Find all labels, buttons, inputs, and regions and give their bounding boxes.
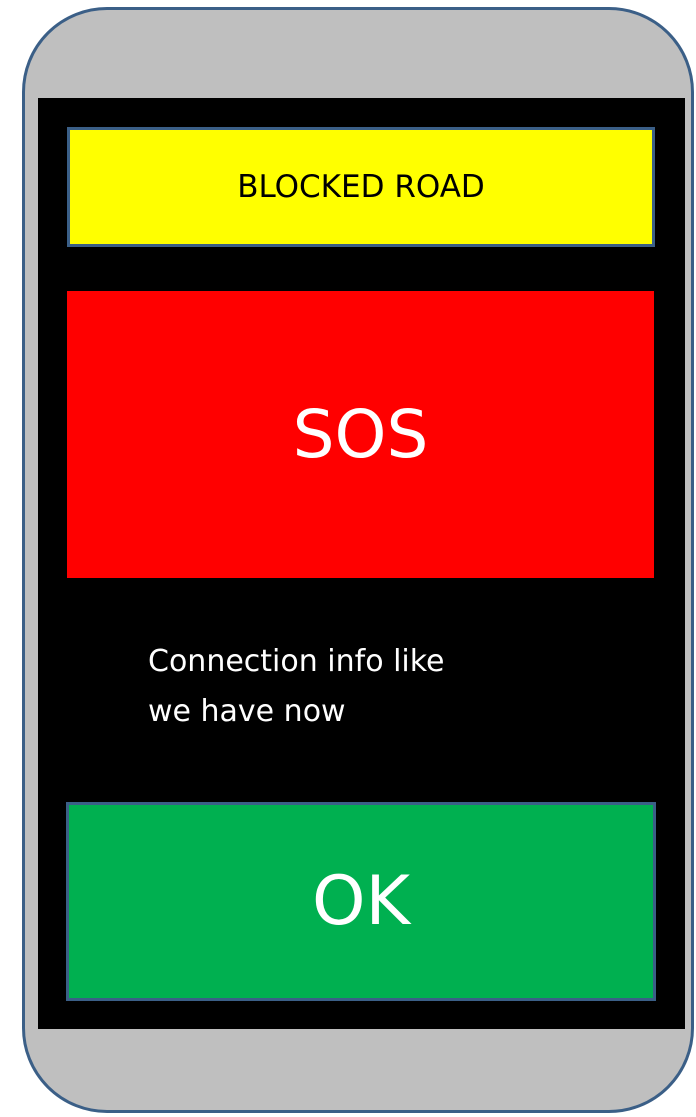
ok-button[interactable]: OK (66, 802, 656, 1001)
blocked-road-button[interactable]: BLOCKED ROAD (67, 127, 655, 247)
connection-info-text: Connection info like we have now (148, 644, 445, 729)
sos-button[interactable]: SOS (67, 291, 654, 578)
sos-label: SOS (292, 396, 429, 473)
ok-label: OK (311, 862, 411, 941)
blocked-road-label: BLOCKED ROAD (237, 169, 485, 205)
